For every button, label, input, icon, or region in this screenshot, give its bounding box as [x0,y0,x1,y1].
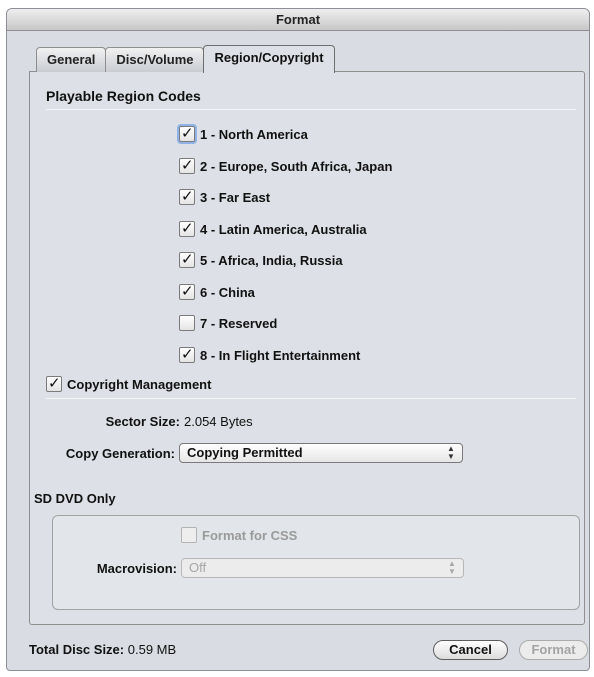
checkmark-icon: ✓ [181,250,194,268]
macrovision-popup[interactable]: Off ▲ ▼ [181,558,464,578]
tab-general[interactable]: General [36,47,107,72]
region-code-checkbox[interactable]: ✓ 4 - Latin America, Australia [179,219,367,238]
checkmark-icon: ✓ [181,156,194,174]
region-code-checkbox[interactable]: ✓ 5 - Africa, India, Russia [179,250,343,269]
region-code-checkbox[interactable]: ✓ 2 - Europe, South Africa, Japan [179,156,393,175]
updown-arrows-icon: ▲ ▼ [448,559,456,576]
region-code-box[interactable]: ✓ [179,156,195,174]
copy-generation-label: Copy Generation: [65,446,175,461]
checkmark-icon: ✓ [181,282,194,300]
region-code-checkbox[interactable]: ✓ 8 - In Flight Entertainment [179,345,361,364]
region-code-checkbox[interactable]: ✓ 6 - China [179,282,255,301]
updown-arrows-icon: ▲ ▼ [447,444,455,461]
format-button[interactable]: Format [519,640,588,660]
tab-region-copyright[interactable]: Region/Copyright [203,45,335,73]
checkmark-icon: ✓ [181,124,194,142]
copy-generation-value: Copying Permitted [187,445,303,460]
region-code-box[interactable]: ✓ [179,250,195,268]
checkmark-icon: ✓ [181,345,194,363]
sd-dvd-only-title: SD DVD Only [34,491,116,506]
region-code-label: 7 - Reserved [200,315,278,331]
tab-disc-volume[interactable]: Disc/Volume [105,47,205,72]
checkmark-icon: ✓ [181,219,194,237]
playable-region-codes-title: Playable Region Codes [46,88,201,104]
region-code-checkbox[interactable]: ✓ 3 - Far East [179,187,271,206]
copyright-management-label: Copyright Management [67,376,212,392]
region-code-label: 1 - North America [200,126,308,142]
total-disc-size-value: 0.59 MB [127,642,177,657]
region-code-box[interactable] [179,315,195,331]
region-code-label: 3 - Far East [200,189,271,205]
total-disc-size-label: Total Disc Size: [29,642,125,657]
region-code-checkbox[interactable]: 7 - Reserved [179,314,277,332]
region-code-box[interactable]: ✓ [179,124,195,142]
format-for-css-label: Format for CSS [202,527,298,543]
region-code-label: 5 - Africa, India, Russia [200,252,343,268]
region-copyright-panel: Playable Region Codes ✓ 1 - North America… [29,71,585,625]
region-code-label: 2 - Europe, South Africa, Japan [200,158,393,174]
tab-bar: General Disc/Volume Region/Copyright [36,45,335,73]
copyright-management-box[interactable]: ✓ [46,374,62,392]
macrovision-value: Off [189,560,207,575]
macrovision-label: Macrovision: [96,561,177,576]
region-code-box[interactable]: ✓ [179,187,195,205]
region-code-box[interactable]: ✓ [179,219,195,237]
sd-dvd-group-box: Format for CSS Macrovision: Off ▲ ▼ [52,515,580,610]
window-title: Format [7,9,589,31]
region-code-label: 4 - Latin America, Australia [200,221,367,237]
format-for-css-box[interactable] [181,527,197,543]
format-dialog: Format General Disc/Volume Region/Copyri… [6,8,590,671]
section-divider [46,109,576,110]
checkmark-icon: ✓ [48,374,61,392]
region-code-label: 6 - China [200,284,255,300]
region-code-checkbox[interactable]: ✓ 1 - North America [179,124,308,143]
sector-size-value: 2.054 Bytes [184,414,253,429]
copy-generation-popup[interactable]: Copying Permitted ▲ ▼ [179,443,463,463]
checkmark-icon: ✓ [181,187,194,205]
cancel-button[interactable]: Cancel [433,640,508,660]
sector-size-label: Sector Size: [105,414,180,429]
copyright-management-checkbox[interactable]: ✓ Copyright Management [46,374,212,393]
section-divider [46,398,576,399]
region-code-box[interactable]: ✓ [179,345,195,363]
region-code-box[interactable]: ✓ [179,282,195,300]
region-code-label: 8 - In Flight Entertainment [200,347,361,363]
total-disc-size: Total Disc Size: 0.59 MB [29,642,176,657]
format-for-css-checkbox[interactable]: Format for CSS [181,526,297,544]
